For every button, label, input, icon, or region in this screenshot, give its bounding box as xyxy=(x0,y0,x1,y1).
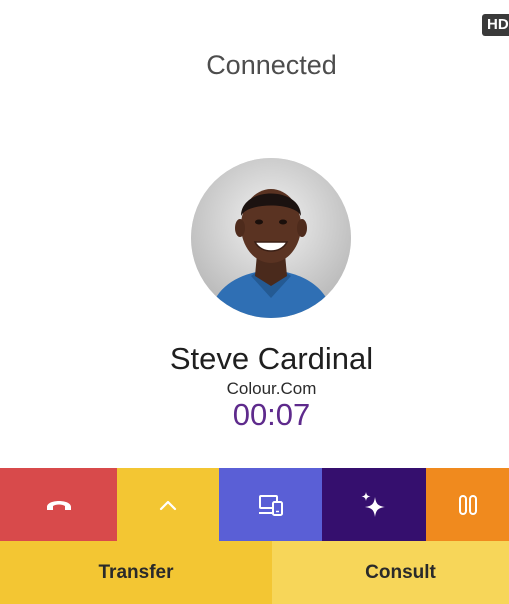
avatar xyxy=(191,158,351,318)
call-action-bar xyxy=(0,468,509,541)
transfer-consult-bar: Transfer Consult xyxy=(0,541,509,604)
call-timer: 00:07 xyxy=(232,397,311,432)
contact-name: Steve Cardinal xyxy=(169,341,374,376)
hd-badge: HD xyxy=(482,14,509,36)
hold-button[interactable] xyxy=(426,468,509,541)
contact-company: Colour.Com xyxy=(226,379,317,398)
consult-button[interactable]: Consult xyxy=(272,541,509,604)
call-status: Connected xyxy=(206,50,337,80)
devices-button[interactable] xyxy=(219,468,322,541)
expand-button[interactable] xyxy=(117,468,219,541)
hang-up-icon xyxy=(46,500,71,510)
ai-assist-button[interactable] xyxy=(322,468,426,541)
hang-up-button[interactable] xyxy=(0,468,117,541)
sparkle-icon xyxy=(361,491,385,517)
chevron-up-icon xyxy=(159,500,177,510)
devices-icon xyxy=(258,494,283,516)
avatar-photo xyxy=(191,158,351,318)
transfer-button[interactable]: Transfer xyxy=(0,541,272,604)
call-screen: HD Connected Steve Cardinal Colour.Com 0… xyxy=(0,0,509,604)
pause-icon xyxy=(458,494,477,515)
